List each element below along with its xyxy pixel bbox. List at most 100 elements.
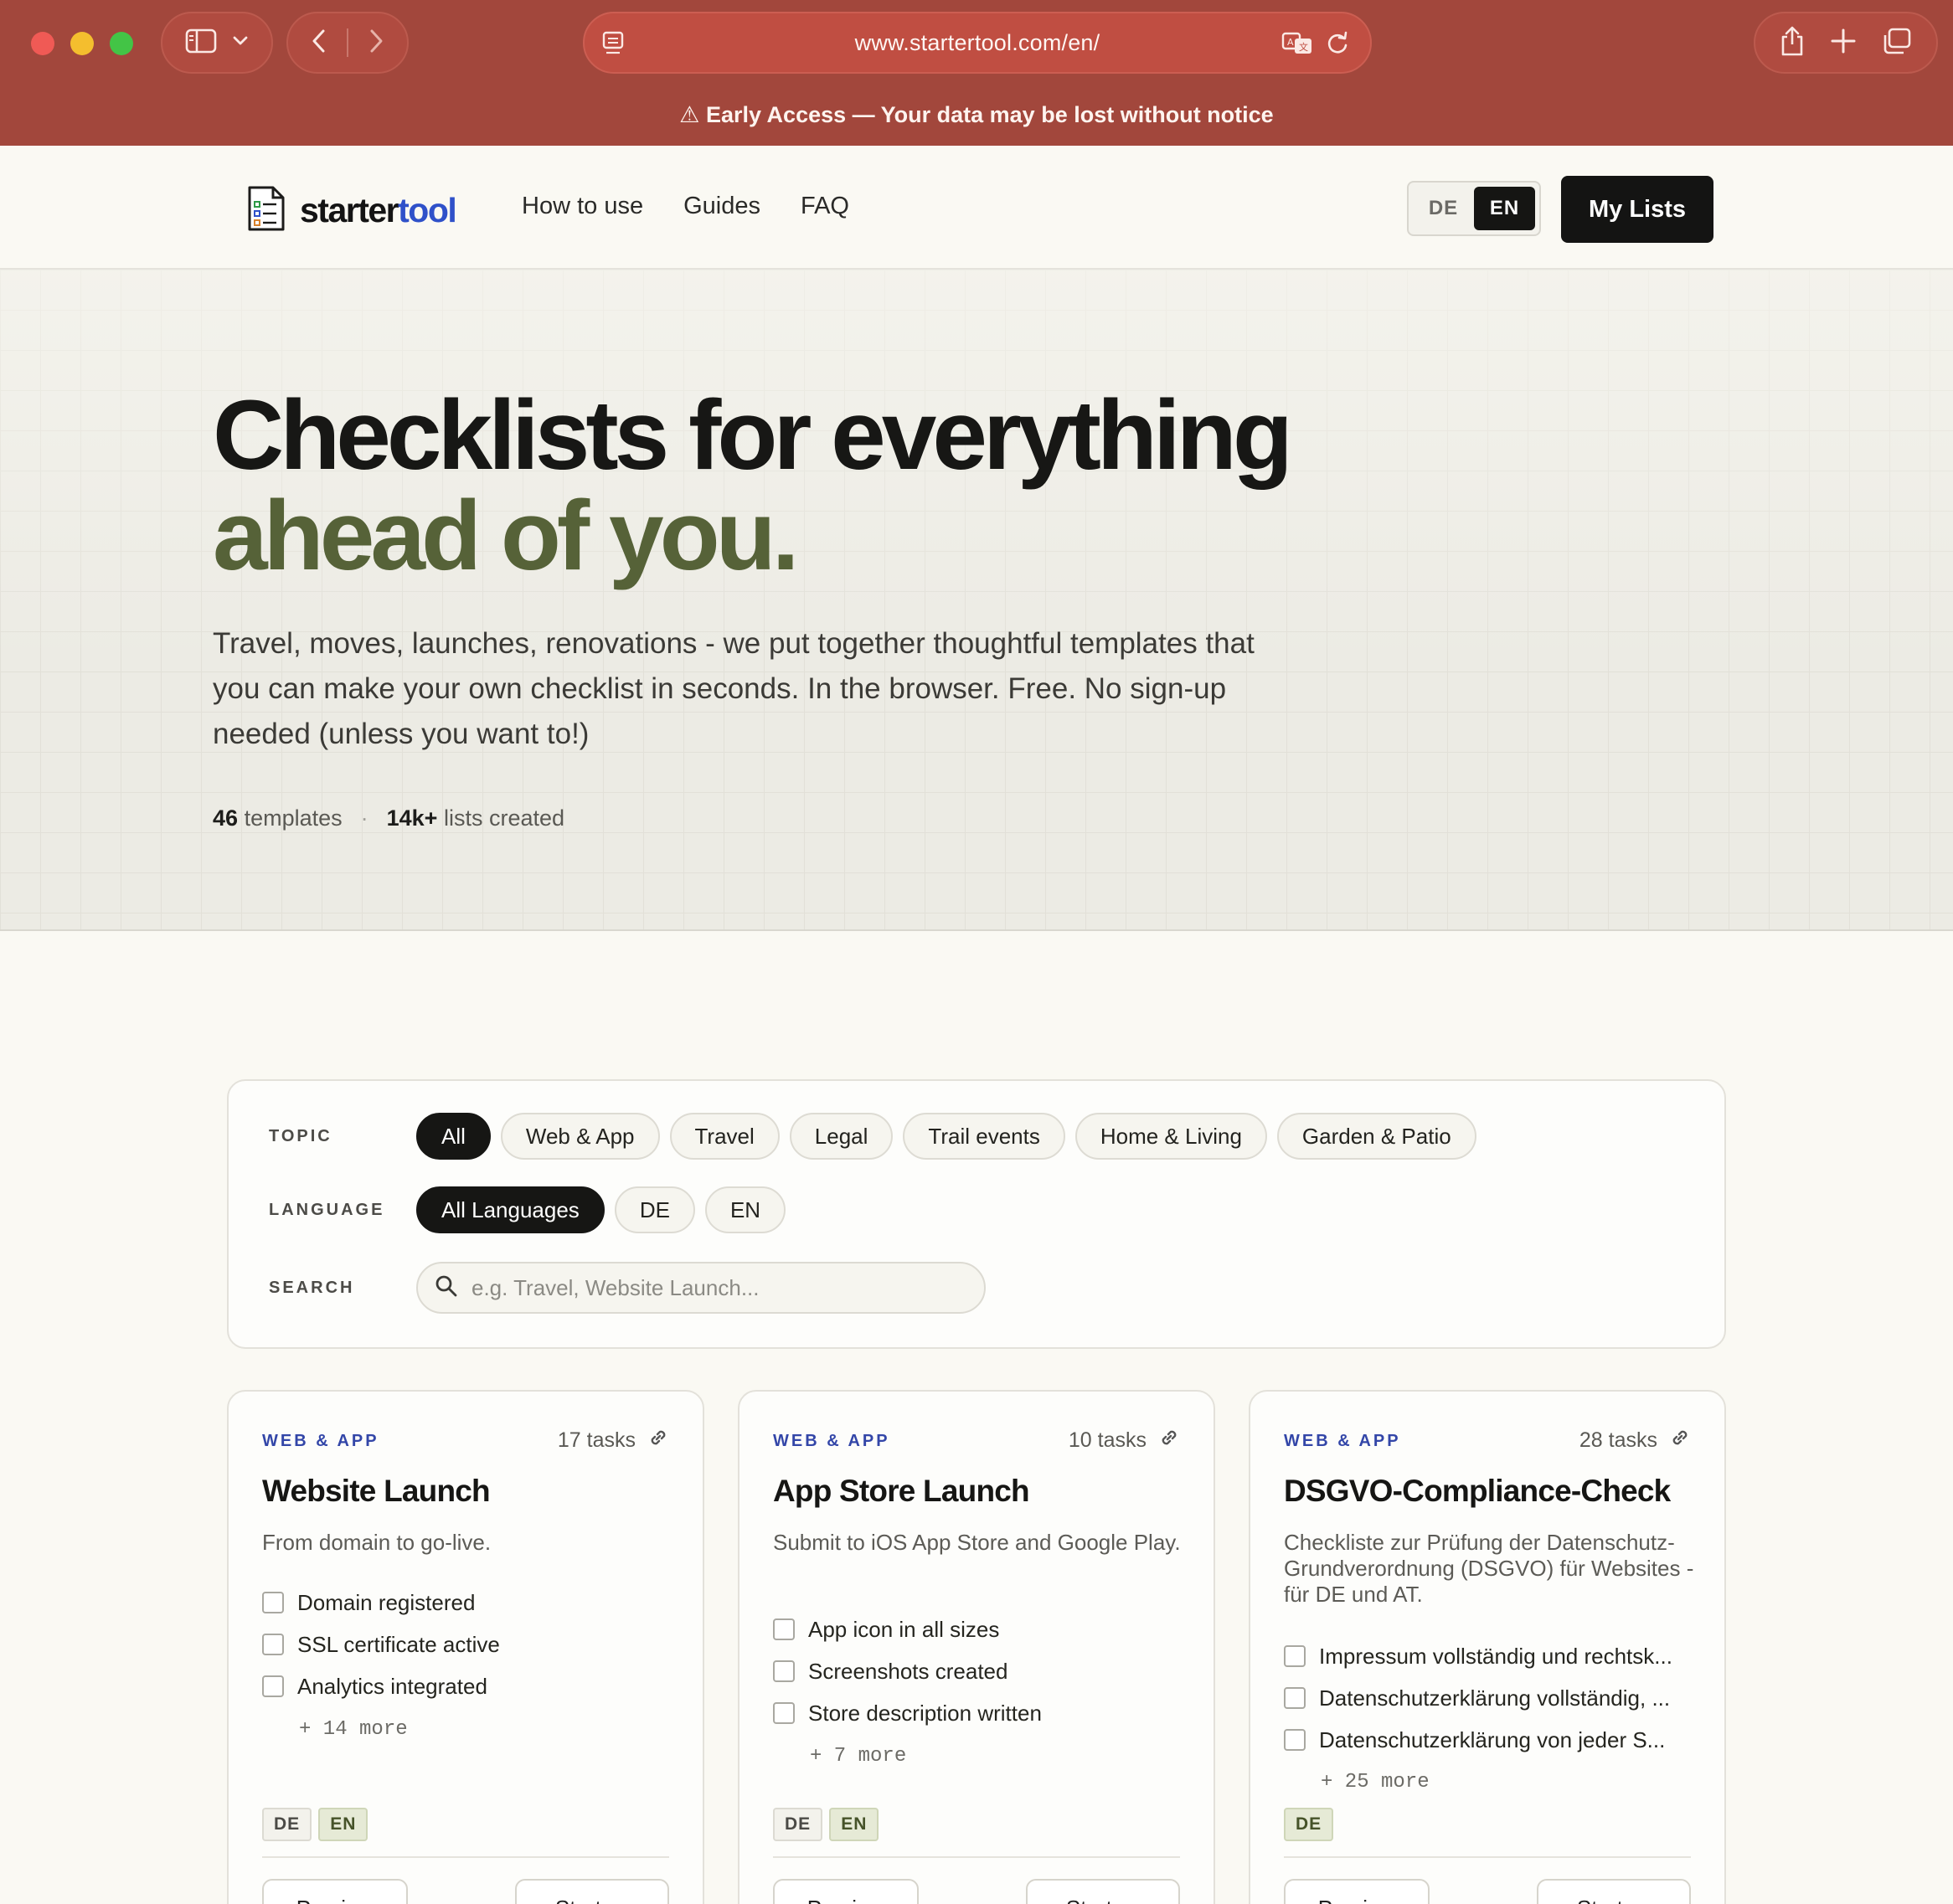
close-window-button[interactable] xyxy=(31,32,54,55)
search-icon xyxy=(435,1274,458,1302)
main-nav: How to use Guides FAQ xyxy=(522,193,849,220)
topic-chip-trail-events[interactable]: Trail events xyxy=(903,1113,1065,1160)
topic-chip-legal[interactable]: Legal xyxy=(789,1113,894,1160)
logo-text: startertool xyxy=(300,191,457,229)
lang-tag-en: EN xyxy=(318,1808,368,1841)
card-languages: DE xyxy=(1284,1808,1334,1841)
task-preview-list: Domain registered SSL certificate active… xyxy=(262,1582,672,1707)
nav-how-to-use[interactable]: How to use xyxy=(522,193,643,220)
checkbox[interactable] xyxy=(773,1702,795,1724)
preview-button[interactable]: Preview xyxy=(773,1879,919,1904)
lists-stat: 14k+ lists created xyxy=(386,805,565,831)
card-meta: 28 tasks xyxy=(1579,1427,1691,1454)
language-chip-en[interactable]: EN xyxy=(704,1186,786,1233)
logo[interactable]: startertool xyxy=(246,184,457,237)
sidebar-toggle-button[interactable] xyxy=(161,12,273,74)
svg-text:A: A xyxy=(1287,37,1294,48)
hero-title-line-1: Checklists for everything xyxy=(213,380,1293,491)
checkbox[interactable] xyxy=(773,1618,795,1640)
filter-panel: TOPIC All Web & App Travel Legal Trail e… xyxy=(227,1079,1726,1349)
card-title: App Store Launch xyxy=(773,1474,1030,1508)
hero: Checklists for everything ahead of you. … xyxy=(0,270,1953,931)
topic-filter-row: TOPIC All Web & App Travel Legal Trail e… xyxy=(269,1113,1476,1160)
lang-tag-de: DE xyxy=(1284,1808,1334,1841)
template-card-website-launch[interactable]: WEB & APP 17 tasks Website Launch From d… xyxy=(227,1390,704,1904)
search-input[interactable] xyxy=(472,1274,984,1301)
reload-icon[interactable] xyxy=(1325,30,1350,63)
reader-icon[interactable] xyxy=(601,30,626,63)
card-category: WEB & APP xyxy=(773,1432,890,1450)
translate-icon[interactable]: A文 xyxy=(1281,30,1315,63)
divider xyxy=(262,1856,669,1858)
topic-chip-home-living[interactable]: Home & Living xyxy=(1074,1113,1267,1160)
card-description: Submit to iOS App Store and Google Play. xyxy=(773,1530,1181,1555)
task-item: SSL certificate active xyxy=(262,1624,672,1665)
checkbox[interactable] xyxy=(1284,1687,1306,1709)
svg-text:文: 文 xyxy=(1299,41,1308,53)
new-tab-icon[interactable] xyxy=(1830,28,1857,59)
card-title: DSGVO-Compliance-Check xyxy=(1284,1474,1671,1508)
stats-separator: · xyxy=(360,805,368,831)
checkbox[interactable] xyxy=(1284,1729,1306,1751)
task-item: App icon in all sizes xyxy=(773,1608,1183,1650)
divider xyxy=(346,28,348,57)
tab-overview-icon[interactable] xyxy=(1882,27,1912,59)
early-access-banner: ⚠ Early Access — Your data may be lost w… xyxy=(679,101,1274,127)
my-lists-button[interactable]: My Lists xyxy=(1561,176,1713,243)
card-meta: 17 tasks xyxy=(558,1427,669,1454)
topic-label: TOPIC xyxy=(269,1126,332,1145)
language-filter-row: LANGUAGE All Languages DE EN xyxy=(269,1186,786,1233)
checkbox[interactable] xyxy=(262,1675,284,1697)
task-preview-list: App icon in all sizes Screenshots create… xyxy=(773,1608,1183,1734)
template-card-dsgvo-compliance[interactable]: WEB & APP 28 tasks DSGVO-Compliance-Chec… xyxy=(1249,1390,1726,1904)
language-chips: All Languages DE EN xyxy=(416,1186,786,1233)
hero-lead: Travel, moves, launches, renovations - w… xyxy=(213,627,1255,750)
language-chip-all[interactable]: All Languages xyxy=(416,1186,605,1233)
topic-chip-garden-patio[interactable]: Garden & Patio xyxy=(1276,1113,1476,1160)
task-item: Impressum vollständig und rechtsk... xyxy=(1284,1635,1694,1677)
start-button[interactable]: Start → xyxy=(1026,1879,1180,1904)
search-field[interactable] xyxy=(416,1262,986,1314)
task-count: 10 tasks xyxy=(1068,1428,1147,1452)
back-icon[interactable] xyxy=(311,28,327,59)
sidebar-icon xyxy=(185,28,217,58)
card-languages: DE EN xyxy=(773,1808,879,1841)
address-bar[interactable]: www.startertool.com/en/ A文 xyxy=(583,12,1372,74)
hero-stats: 46 templates · 14k+ lists created xyxy=(213,805,564,831)
share-icon[interactable] xyxy=(1780,25,1805,61)
nav-faq[interactable]: FAQ xyxy=(801,193,849,220)
preview-button[interactable]: Preview xyxy=(262,1879,408,1904)
link-icon[interactable] xyxy=(1158,1427,1180,1454)
task-item: Domain registered xyxy=(262,1582,672,1624)
topic-chip-all[interactable]: All xyxy=(416,1113,491,1160)
topic-chip-travel[interactable]: Travel xyxy=(669,1113,780,1160)
more-tasks: + 25 more xyxy=(1321,1771,1430,1793)
preview-button[interactable]: Preview xyxy=(1284,1879,1430,1904)
topic-chip-web-app[interactable]: Web & App xyxy=(500,1113,660,1160)
task-preview-list: Impressum vollständig und rechtsk... Dat… xyxy=(1284,1635,1694,1761)
nav-guides[interactable]: Guides xyxy=(683,193,760,220)
start-button[interactable]: Start → xyxy=(515,1879,669,1904)
language-chip-de[interactable]: DE xyxy=(614,1186,695,1233)
language-switch: DE EN xyxy=(1407,181,1541,236)
lang-tag-en: EN xyxy=(829,1808,879,1841)
start-button[interactable]: Start → xyxy=(1537,1879,1691,1904)
lang-option-en[interactable]: EN xyxy=(1474,187,1535,230)
task-count: 28 tasks xyxy=(1579,1428,1657,1452)
history-navigation xyxy=(286,12,409,74)
minimize-window-button[interactable] xyxy=(70,32,94,55)
forward-icon[interactable] xyxy=(368,28,384,59)
checkbox[interactable] xyxy=(1284,1645,1306,1667)
task-item: Datenschutzerklärung vollständig, ... xyxy=(1284,1677,1694,1719)
lang-tag-de: DE xyxy=(262,1808,312,1841)
template-card-app-store-launch[interactable]: WEB & APP 10 tasks App Store Launch Subm… xyxy=(738,1390,1215,1904)
topic-chips: All Web & App Travel Legal Trail events … xyxy=(416,1113,1476,1160)
lang-option-de[interactable]: DE xyxy=(1413,187,1474,230)
checkbox[interactable] xyxy=(262,1634,284,1655)
link-icon[interactable] xyxy=(1669,1427,1691,1454)
link-icon[interactable] xyxy=(647,1427,669,1454)
zoom-window-button[interactable] xyxy=(110,32,133,55)
search-row: SEARCH xyxy=(269,1262,986,1314)
checkbox[interactable] xyxy=(773,1660,795,1682)
checkbox[interactable] xyxy=(262,1592,284,1613)
